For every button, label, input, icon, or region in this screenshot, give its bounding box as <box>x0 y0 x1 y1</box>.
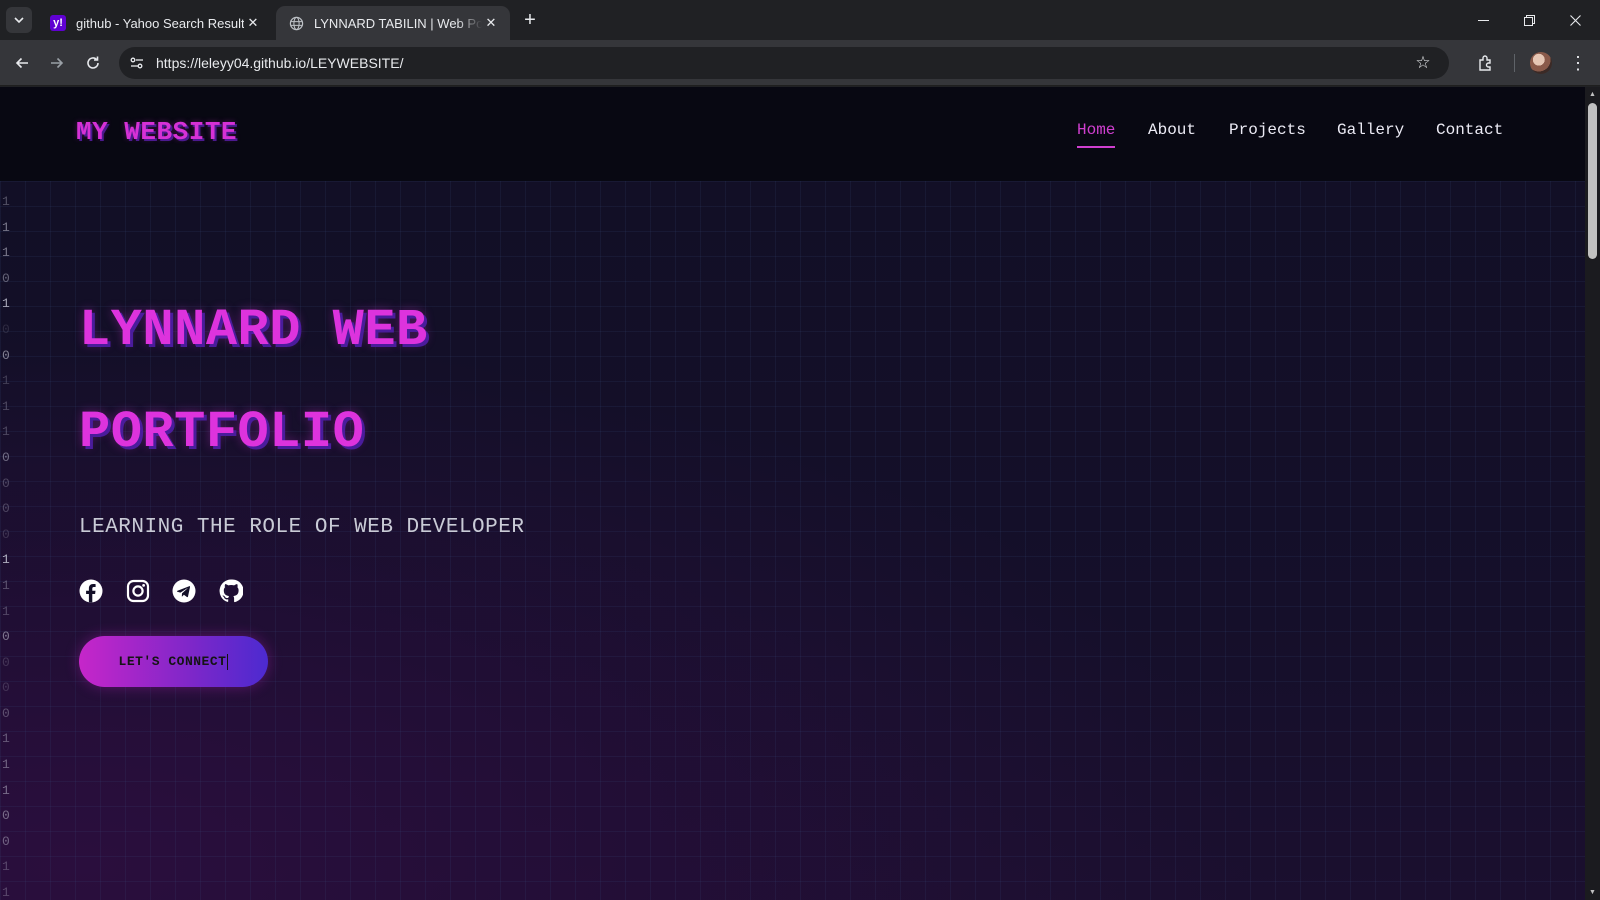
binary-digit: 0 <box>2 808 10 824</box>
binary-digit: 1 <box>2 245 10 261</box>
binary-digit: 1 <box>2 577 10 593</box>
binary-digit: 0 <box>2 270 10 286</box>
nav-home[interactable]: Home <box>1077 121 1116 148</box>
yahoo-icon: y! <box>50 15 66 31</box>
binary-digit: 0 <box>2 705 10 721</box>
nav-contact[interactable]: Contact <box>1436 121 1503 139</box>
minimize-button[interactable] <box>1460 0 1506 40</box>
binary-digit: 1 <box>2 782 10 798</box>
binary-digit: 0 <box>2 347 10 363</box>
arrow-left-icon <box>15 57 28 69</box>
binary-digit: 0 <box>2 629 10 645</box>
scrollbar-thumb[interactable] <box>1588 103 1597 259</box>
site-header: MY WEBSITE Home About Projects Gallery C… <box>0 87 1585 181</box>
scroll-up-arrow-icon[interactable]: ▲ <box>1588 90 1597 99</box>
chevron-down-icon <box>14 17 24 24</box>
site-info-icon[interactable] <box>122 50 152 76</box>
restore-button[interactable] <box>1506 0 1552 40</box>
profile-avatar[interactable] <box>1530 52 1552 74</box>
url-text[interactable]: https://leleyy04.github.io/LEYWEBSITE/ <box>156 55 403 71</box>
arrow-right-icon <box>51 57 64 69</box>
hero-title-line-2: PORTFOLIO <box>79 403 365 462</box>
forward-button[interactable] <box>43 49 71 77</box>
scroll-down-arrow-icon[interactable]: ▼ <box>1588 888 1597 897</box>
tab-search-button[interactable] <box>6 7 32 33</box>
binary-digit: 1 <box>2 731 10 747</box>
instagram-icon[interactable] <box>126 579 150 603</box>
browser-toolbar: https://leleyy04.github.io/LEYWEBSITE/ ☆… <box>0 40 1600 86</box>
bookmark-star-icon[interactable]: ☆ <box>1411 51 1435 75</box>
telegram-icon[interactable] <box>172 579 196 603</box>
binary-digit: 0 <box>2 654 10 670</box>
binary-digit: 1 <box>2 398 10 414</box>
binary-digit: 1 <box>2 424 10 440</box>
binary-digit: 1 <box>2 373 10 389</box>
binary-digit: 1 <box>2 194 10 209</box>
browser-menu-icon[interactable]: ⋮ <box>1566 49 1590 77</box>
binary-digit: 1 <box>2 885 10 900</box>
close-tab-icon[interactable]: ✕ <box>244 14 262 32</box>
binary-digit: 0 <box>2 833 10 849</box>
reload-icon <box>87 56 99 69</box>
back-button[interactable] <box>8 49 36 77</box>
hero-section: 1 1 1 0 1 0 0 1 1 1 0 0 0 0 1 1 1 0 0 0 0 1 1 1 0 0 1 1 LYNNARD WEB… <box>0 181 1585 900</box>
binary-digit: 1 <box>2 757 10 773</box>
text-cursor <box>227 653 229 670</box>
tab-title: LYNNARD TABILIN | Web Portfolio <box>314 15 482 31</box>
tab-title: github - Yahoo Search Results <box>76 15 244 31</box>
page-scrollbar[interactable]: ▲ ▼ <box>1585 87 1600 900</box>
nav-gallery[interactable]: Gallery <box>1337 121 1404 139</box>
hero-subtitle: LEARNING THE ROLE OF WEB DEVELOPER <box>79 516 525 539</box>
binary-digit: 0 <box>2 475 10 491</box>
github-icon[interactable] <box>219 579 243 603</box>
extensions-icon[interactable] <box>1472 49 1500 77</box>
toolbar-divider <box>1514 54 1515 72</box>
binary-digit: 0 <box>2 526 10 542</box>
tab-yahoo-search[interactable]: y! github - Yahoo Search Results ✕ <box>38 6 272 40</box>
page-viewport: MY WEBSITE Home About Projects Gallery C… <box>0 87 1585 900</box>
binary-digit: 0 <box>2 680 10 696</box>
binary-digit: 0 <box>2 321 10 337</box>
new-tab-button[interactable]: + <box>519 9 541 31</box>
nav-projects[interactable]: Projects <box>1229 121 1306 139</box>
lets-connect-button[interactable]: LET'S CONNECT <box>79 636 268 687</box>
site-logo[interactable]: MY WEBSITE <box>76 117 237 147</box>
nav-about[interactable]: About <box>1148 121 1196 139</box>
address-bar[interactable]: https://leleyy04.github.io/LEYWEBSITE/ ☆ <box>119 47 1449 79</box>
binary-digit: 0 <box>2 501 10 517</box>
close-tab-icon[interactable]: ✕ <box>482 14 500 32</box>
hero-title-line-1: LYNNARD WEB <box>79 301 428 360</box>
reload-button[interactable] <box>79 49 107 77</box>
tab-strip: y! github - Yahoo Search Results ✕ LYNNA… <box>0 0 1600 40</box>
binary-digit: 0 <box>2 449 10 465</box>
tab-portfolio[interactable]: LYNNARD TABILIN | Web Portfolio ✕ <box>276 6 510 40</box>
binary-digit: 1 <box>2 296 10 312</box>
binary-rain-column: 1 1 1 0 1 0 0 1 1 1 0 0 0 0 1 1 1 0 0 0 0 1 1 1 0 0 1 1 <box>2 189 10 900</box>
binary-digit: 1 <box>2 859 10 875</box>
binary-digit: 1 <box>2 219 10 235</box>
binary-digit: 1 <box>2 552 10 568</box>
facebook-icon[interactable] <box>79 579 103 603</box>
close-window-button[interactable] <box>1552 0 1598 40</box>
globe-icon <box>288 15 304 31</box>
lets-connect-label: LET'S CONNECT <box>118 654 227 669</box>
binary-digit: 1 <box>2 603 10 619</box>
